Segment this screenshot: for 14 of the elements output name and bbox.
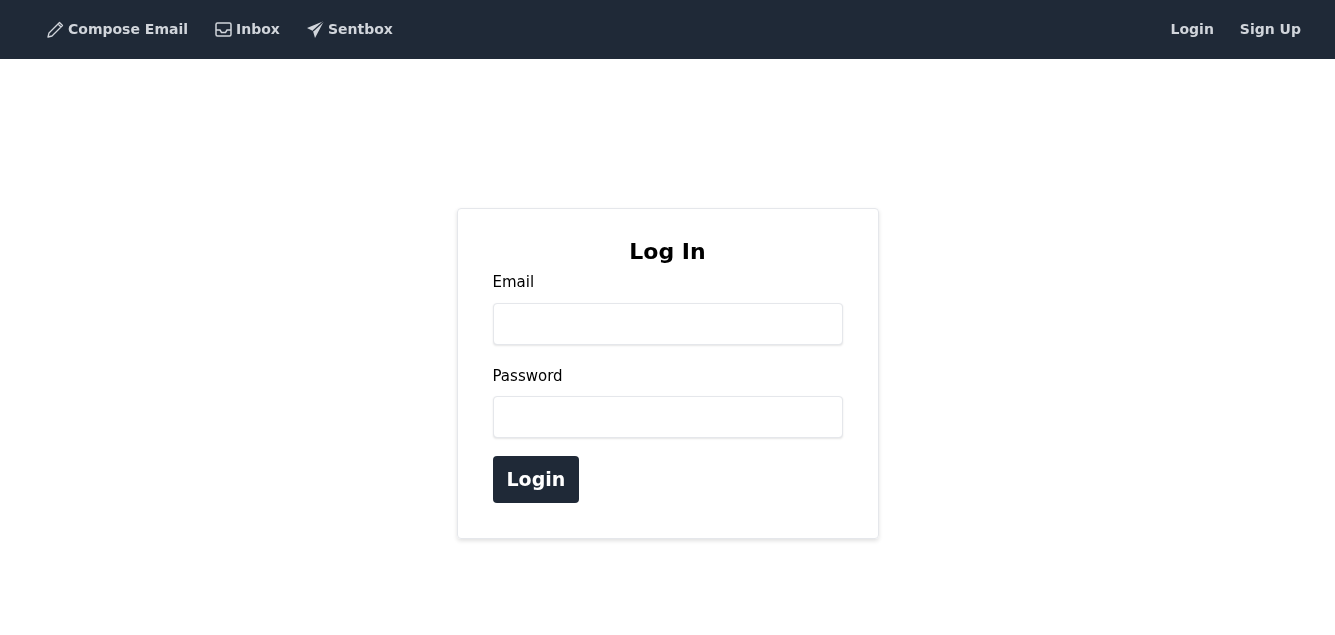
nav-link[interactable]: Compose Email bbox=[46, 19, 189, 40]
nav-link[interactable]: Inbox bbox=[214, 19, 280, 40]
paper-plane-icon bbox=[305, 20, 325, 39]
field-label: Password bbox=[492, 365, 564, 387]
login-button[interactable]: Login bbox=[492, 456, 580, 503]
pencil-icon bbox=[46, 20, 65, 39]
input-field[interactable] bbox=[492, 302, 843, 345]
nav-link[interactable]: Login bbox=[1170, 19, 1214, 40]
inbox-icon bbox=[214, 20, 234, 39]
input-field[interactable] bbox=[492, 396, 843, 439]
nav-link[interactable]: Sign Up bbox=[1239, 19, 1301, 40]
form-title: Log In bbox=[628, 239, 707, 266]
nav-link[interactable]: Sentbox bbox=[305, 19, 393, 40]
field-label: Email bbox=[492, 272, 536, 294]
